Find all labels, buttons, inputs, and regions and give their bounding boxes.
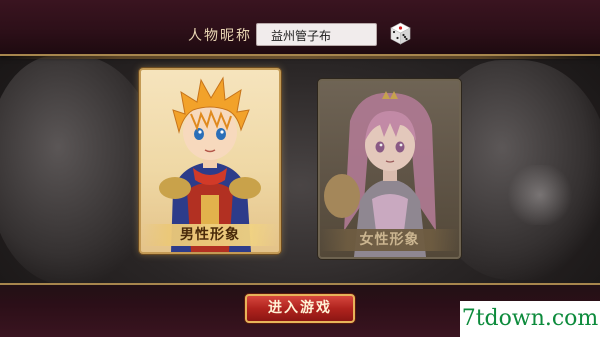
female-character-caption: 女性形象 xyxy=(320,229,459,251)
nickname-input[interactable]: 益州管子布 xyxy=(256,23,377,46)
male-character-caption: 男性形象 xyxy=(141,224,279,246)
background-splash xyxy=(505,165,575,225)
female-character-card[interactable]: 女性形象 xyxy=(318,79,461,259)
male-character-card[interactable]: 男性形象 xyxy=(139,68,281,254)
character-creation-screen: 人物昵称 益州管子布 男性形象 女性形象 进入游戏 7tdown.com xyxy=(0,0,600,337)
site-watermark: 7tdown.com xyxy=(460,301,600,337)
dice-icon xyxy=(390,22,411,45)
background-warrior-art xyxy=(0,55,160,285)
enter-game-button[interactable]: 进入游戏 xyxy=(245,294,355,323)
nickname-label: 人物昵称 xyxy=(188,28,252,44)
random-name-button[interactable] xyxy=(389,22,412,45)
